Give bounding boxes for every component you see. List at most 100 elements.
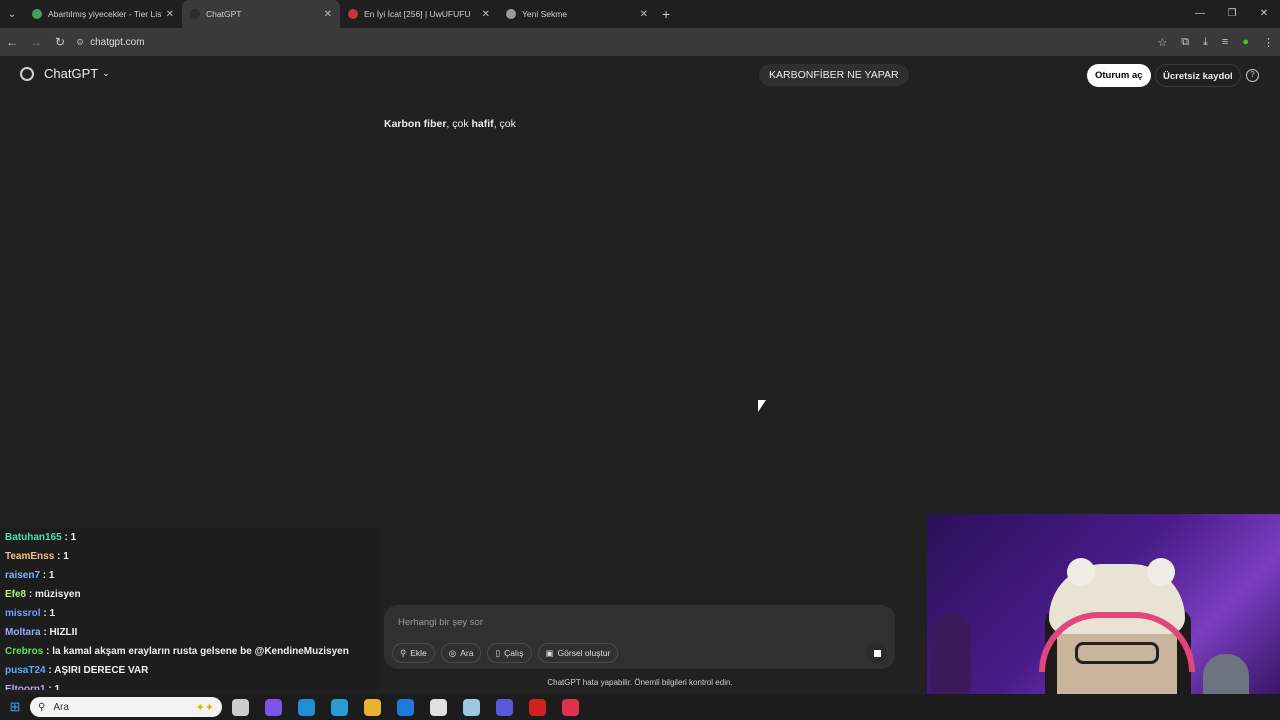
restore-icon[interactable]: ❐ xyxy=(1216,0,1248,28)
site-info-icon[interactable]: ⚙ xyxy=(76,37,84,48)
tab-favicon-icon xyxy=(32,9,42,19)
address-field[interactable]: ⚙ chatgpt.com xyxy=(76,37,145,48)
taskbar-app-icon[interactable] xyxy=(298,698,315,716)
tab-favicon-icon xyxy=(190,9,200,19)
chat-text: la kamal akşam erayların rusta gelsene b… xyxy=(52,646,349,657)
paperclip-icon: ⚲ xyxy=(400,647,407,658)
taskbar-search[interactable]: ⚲ Ara ✦✦ xyxy=(30,697,222,717)
taskbar-app-icon[interactable] xyxy=(463,698,480,716)
chat-username: Crebros xyxy=(5,646,44,657)
address-bar-row: ← → ↻ ⚙ chatgpt.com ☆ ⧉ ⤓ ≡ ● ⋮ xyxy=(0,28,1280,56)
taskbar-app-icon[interactable] xyxy=(562,698,579,716)
chat-message: Batuhan165 : 1 xyxy=(5,532,77,543)
create-image-button[interactable]: ▣ Görsel oluştur xyxy=(537,643,619,663)
chat-message: missrol : 1 xyxy=(5,608,56,619)
kebab-menu-icon[interactable]: ⋮ xyxy=(1263,36,1274,49)
taskbar-app-icon[interactable] xyxy=(232,698,249,716)
taskbar-app-icon[interactable] xyxy=(430,698,447,716)
chat-username: Eltoorn1 xyxy=(5,684,46,690)
study-button[interactable]: ▯ Çalış xyxy=(487,643,532,663)
close-tab-icon[interactable]: ✕ xyxy=(166,9,174,20)
stop-generating-button[interactable] xyxy=(867,643,887,663)
answer-bold-1: Karbon fiber xyxy=(384,118,447,130)
taskbar-app-icon[interactable] xyxy=(331,698,348,716)
chat-message: raisen7 : 1 xyxy=(5,570,55,581)
chat-text: 1 xyxy=(49,608,56,619)
chat-message: pusaT24 : AŞIRI DERECE VAR xyxy=(5,665,149,676)
profile-icon[interactable]: ● xyxy=(1242,36,1249,48)
taskbar-app-icon[interactable] xyxy=(529,698,546,716)
answer-text-2: , çok xyxy=(493,118,516,130)
chat-username: Efe8 xyxy=(5,589,27,600)
tab-title: Yeni Sekme xyxy=(522,9,568,19)
beanie-pom-shape xyxy=(1067,558,1095,586)
login-button[interactable]: Oturum aç xyxy=(1087,64,1151,87)
tab-uwufufu[interactable]: En İyi İcat [256] | UwUFUFU ✕ xyxy=(340,0,498,28)
taskbar-app-icon[interactable] xyxy=(265,698,282,716)
taskbar-app-icon[interactable] xyxy=(364,698,381,716)
url-text: chatgpt.com xyxy=(90,36,145,48)
attach-button[interactable]: ⚲ Ekle xyxy=(392,643,435,663)
chat-text: 1 xyxy=(70,532,77,543)
search-icon: ⚲ xyxy=(38,701,46,713)
windows-start-icon[interactable]: ⊞ xyxy=(0,699,30,715)
glasses-shape xyxy=(1075,642,1159,664)
beanie-pom-shape xyxy=(1147,558,1175,586)
composer-tools: ⚲ Ekle ◎ Ara ▯ Çalış ▣ Görsel oluştur xyxy=(392,643,619,663)
chat-text: AŞIRI DERECE VAR xyxy=(54,665,149,676)
taskbar-app-icon[interactable] xyxy=(496,698,513,716)
conversation-title[interactable]: KARBONFİBER NE YAPAR xyxy=(759,64,909,86)
tab-favicon-icon xyxy=(348,9,358,19)
chat-text: 1 xyxy=(48,570,55,581)
attach-label: Ekle xyxy=(410,648,427,658)
answer-text-1: , çok xyxy=(446,118,472,130)
search-highlight-icon: ✦✦ xyxy=(195,701,214,714)
answer-bold-2: hafif xyxy=(471,118,494,130)
minimize-icon[interactable]: — xyxy=(1184,0,1216,28)
openai-logo-icon xyxy=(20,66,34,81)
window-controls: — ❐ ✕ xyxy=(1184,0,1280,28)
stream-chat-overlay: Batuhan165 : 1 TeamEnss : 1 raisen7 : 1 Efe… xyxy=(0,528,380,690)
download-icon[interactable]: ⤓ xyxy=(1203,36,1208,49)
signup-button[interactable]: Ücretsiz kaydol xyxy=(1155,64,1241,87)
close-tab-icon[interactable]: ✕ xyxy=(640,9,648,20)
chat-message: TeamEnss : 1 xyxy=(5,551,69,562)
close-window-icon[interactable]: ✕ xyxy=(1248,0,1280,28)
close-tab-icon[interactable]: ✕ xyxy=(482,9,490,20)
study-label: Çalış xyxy=(504,648,524,658)
assistant-message: Karbon fiber, çok hafif, çok xyxy=(384,118,516,130)
prompt-input[interactable]: Herhangi bir şey sor xyxy=(398,617,483,628)
search-button[interactable]: ◎ Ara xyxy=(440,643,482,663)
forward-arrow-icon[interactable]: → xyxy=(24,35,48,49)
tab-search-icon[interactable]: ⌄ xyxy=(0,0,24,28)
toolbar-actions: ☆ ⧉ ⤓ ≡ ● ⋮ xyxy=(1157,28,1274,56)
tab-title: ChatGPT xyxy=(206,9,242,19)
mouse-cursor-icon xyxy=(758,400,766,412)
back-arrow-icon[interactable]: ← xyxy=(0,35,24,49)
chat-username: TeamEnss xyxy=(5,551,55,562)
tab-chatgpt[interactable]: ChatGPT ✕ xyxy=(182,0,340,28)
tab-new-tab[interactable]: Yeni Sekme ✕ xyxy=(498,0,656,28)
star-icon[interactable]: ☆ xyxy=(1157,36,1167,49)
tab-tier-list[interactable]: Abartılmış yiyecekler - Tier List ✕ xyxy=(24,0,182,28)
reload-icon[interactable]: ↻ xyxy=(48,35,72,49)
chat-message: Moltara : HIZLII xyxy=(5,627,78,638)
prompt-composer: Herhangi bir şey sor ⚲ Ekle ◎ Ara ▯ Çalış ▣… xyxy=(384,605,895,669)
chat-message: Crebros : la kamal akşam erayların rusta… xyxy=(5,646,349,657)
taskbar-search-label: Ara xyxy=(53,701,69,713)
windows-taskbar: ⊞ ⚲ Ara ✦✦ xyxy=(0,694,1280,720)
media-control-icon[interactable]: ≡ xyxy=(1222,36,1228,48)
chevron-down-icon: ⌄ xyxy=(102,68,110,78)
puzzle-icon[interactable]: ⧉ xyxy=(1181,36,1189,49)
chat-text: HIZLII xyxy=(49,627,78,638)
taskbar-app-icon[interactable] xyxy=(397,698,414,716)
close-tab-icon[interactable]: ✕ xyxy=(324,9,332,20)
new-tab-icon[interactable]: + xyxy=(662,6,670,22)
chat-text: 1 xyxy=(54,684,61,690)
stop-icon xyxy=(873,649,881,657)
model-selector[interactable]: ChatGPT ⌄ xyxy=(20,66,110,81)
chat-username: raisen7 xyxy=(5,570,41,581)
help-icon[interactable]: ? xyxy=(1246,69,1259,82)
tab-title: En İyi İcat [256] | UwUFUFU xyxy=(364,9,471,19)
brand-name: ChatGPT xyxy=(44,66,99,81)
